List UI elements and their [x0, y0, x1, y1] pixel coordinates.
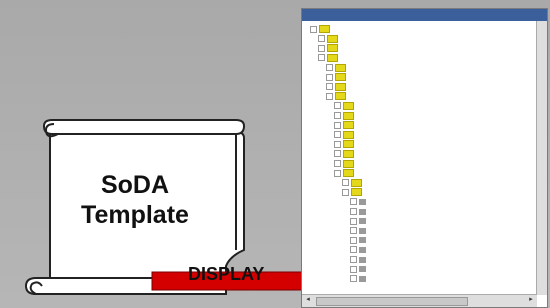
expand-toggle-icon[interactable]	[350, 275, 357, 283]
expand-toggle-icon[interactable]	[334, 140, 341, 148]
item-icon	[359, 208, 366, 215]
tree-node[interactable]	[342, 178, 365, 188]
folder-icon	[343, 169, 354, 178]
folder-icon	[335, 92, 346, 101]
expand-toggle-icon[interactable]	[350, 256, 357, 264]
item-icon	[359, 227, 366, 234]
tree-node[interactable]	[350, 265, 369, 274]
tree-node[interactable]	[350, 275, 369, 284]
item-icon	[359, 246, 366, 253]
item-icon	[359, 218, 366, 225]
folder-icon	[319, 25, 330, 34]
scroll-title: SoDA Template	[40, 170, 230, 230]
tree-node[interactable]	[334, 101, 357, 111]
expand-toggle-icon[interactable]	[334, 112, 341, 120]
tree-node[interactable]	[334, 111, 357, 120]
folder-icon	[343, 159, 354, 168]
horizontal-scrollbar[interactable]: ◂ ▸	[302, 294, 537, 307]
tree-node[interactable]	[318, 53, 341, 63]
tree-node[interactable]	[334, 140, 357, 149]
tree-node[interactable]	[326, 63, 349, 72]
expand-toggle-icon[interactable]	[318, 35, 325, 43]
tree-node[interactable]	[334, 159, 357, 168]
expand-toggle-icon[interactable]	[342, 188, 349, 196]
expand-toggle-icon[interactable]	[334, 160, 341, 168]
folder-icon	[335, 63, 346, 72]
expand-toggle-icon[interactable]	[342, 179, 349, 187]
expand-toggle-icon[interactable]	[350, 246, 357, 254]
vertical-scrollbar[interactable]	[536, 21, 547, 295]
folder-icon	[343, 121, 354, 130]
expand-toggle-icon[interactable]	[310, 25, 317, 33]
folder-icon	[343, 101, 354, 110]
tree-node[interactable]	[350, 217, 369, 226]
expand-toggle-icon[interactable]	[318, 54, 325, 62]
display-arrow-label: DISPLAY	[188, 264, 265, 284]
horizontal-scroll-thumb[interactable]	[316, 297, 468, 306]
expand-toggle-icon[interactable]	[350, 217, 357, 225]
tree-node[interactable]	[342, 188, 365, 197]
tree-node[interactable]	[350, 198, 369, 207]
expand-toggle-icon[interactable]	[334, 131, 341, 139]
folder-icon	[343, 111, 354, 120]
scroll-right-icon[interactable]: ▸	[526, 295, 536, 305]
expand-toggle-icon[interactable]	[326, 73, 333, 81]
folder-icon	[327, 44, 338, 53]
expand-toggle-icon[interactable]	[350, 198, 357, 206]
tree-window[interactable]: ◂ ▸	[301, 8, 548, 308]
folder-icon	[327, 53, 338, 62]
expand-toggle-icon[interactable]	[318, 44, 325, 52]
tree-node[interactable]	[326, 73, 349, 82]
folder-icon	[351, 188, 362, 197]
scroll-top-roll	[42, 119, 246, 135]
tree-node[interactable]	[350, 227, 369, 236]
expand-toggle-icon[interactable]	[350, 265, 357, 273]
folder-icon	[351, 178, 362, 187]
expand-toggle-icon[interactable]	[326, 92, 333, 100]
tree-node[interactable]	[350, 207, 369, 216]
tree-node[interactable]	[334, 130, 357, 140]
item-icon	[359, 275, 366, 282]
item-icon	[359, 237, 366, 244]
expand-toggle-icon[interactable]	[334, 150, 341, 158]
expand-toggle-icon[interactable]	[326, 64, 333, 72]
folder-icon	[343, 149, 354, 158]
folder-icon	[327, 34, 338, 43]
expand-toggle-icon[interactable]	[350, 227, 357, 235]
tree-node[interactable]	[318, 44, 341, 53]
tree-node[interactable]	[334, 149, 357, 159]
folder-icon	[343, 140, 354, 149]
expand-toggle-icon[interactable]	[326, 83, 333, 91]
tree-node[interactable]	[310, 25, 333, 34]
tree-node[interactable]	[350, 246, 369, 255]
window-titlebar[interactable]	[302, 9, 547, 21]
tree-node[interactable]	[334, 169, 357, 178]
expand-toggle-icon[interactable]	[334, 121, 341, 129]
item-icon	[359, 198, 366, 205]
expand-toggle-icon[interactable]	[350, 236, 357, 244]
scroll-title-line1: SoDA	[100, 171, 170, 199]
expand-toggle-icon[interactable]	[350, 208, 357, 216]
expand-toggle-icon[interactable]	[334, 102, 341, 110]
expand-toggle-icon[interactable]	[334, 169, 341, 177]
item-icon	[359, 256, 366, 263]
tree-node[interactable]	[326, 92, 349, 101]
scroll-title-line2: Template	[81, 201, 189, 229]
tree-node[interactable]	[318, 34, 341, 44]
tree-node[interactable]	[350, 236, 369, 245]
folder-icon	[343, 130, 354, 139]
folder-icon	[335, 82, 346, 91]
tree-node[interactable]	[326, 82, 349, 92]
item-icon	[359, 266, 366, 273]
scroll-left-icon[interactable]: ◂	[303, 295, 313, 305]
tree-node[interactable]	[334, 121, 357, 130]
tree-node[interactable]	[350, 255, 369, 264]
folder-icon	[335, 73, 346, 82]
tree-view[interactable]	[302, 21, 537, 295]
